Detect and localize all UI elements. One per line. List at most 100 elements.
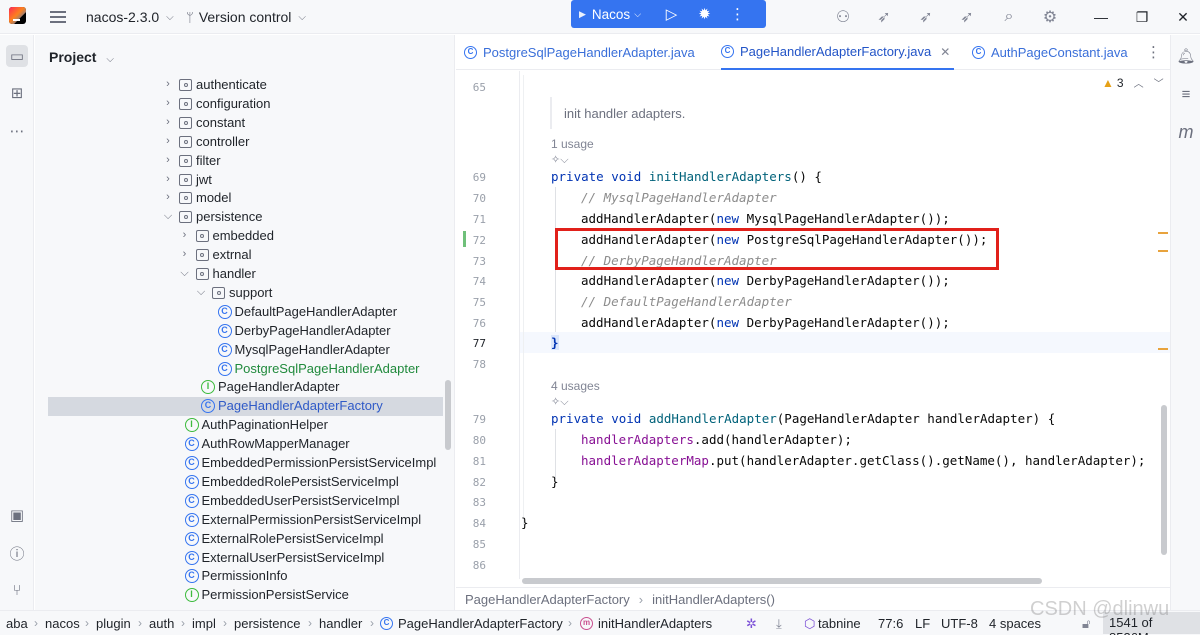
tree-item[interactable]: C DerbyPageHandlerAdapter <box>35 322 454 341</box>
tree-item[interactable]: C ExternalUserPersistServiceImpl <box>35 549 454 568</box>
line-number[interactable]: 86 <box>456 559 486 572</box>
path-segment[interactable]: PageHandlerAdapterFactory <box>398 616 563 631</box>
path-segment[interactable]: persistence <box>234 616 300 631</box>
close-tab-icon[interactable]: ✕ <box>940 45 950 59</box>
chevron-right-icon[interactable]: › <box>163 191 173 203</box>
tab-auth-page-constant[interactable]: C AuthPageConstant.java <box>972 35 1128 70</box>
line-number[interactable]: 65 <box>456 81 486 94</box>
chevron-right-icon[interactable]: › <box>180 229 190 241</box>
chevron-down-icon[interactable]: ⌵ <box>163 210 173 223</box>
line-number[interactable]: 74 <box>456 275 486 288</box>
code-line-80[interactable]: handlerAdapters.add(handlerAdapter); <box>581 432 852 447</box>
tree-item[interactable]: › controller <box>35 133 454 152</box>
debug-button[interactable]: ✹ <box>688 0 721 28</box>
tab-more-icon[interactable]: ⋮ <box>1146 43 1161 61</box>
line-number[interactable]: 81 <box>456 455 486 468</box>
editor-horizontal-scrollbar[interactable] <box>522 578 1042 584</box>
tab-page-handler-factory[interactable]: C PageHandlerAdapterFactory.java ✕ <box>721 35 955 70</box>
chevron-down-icon[interactable]: ⌵ <box>180 267 190 280</box>
code-line-81[interactable]: handlerAdapterMap.put(handlerAdapter.get… <box>581 453 1145 468</box>
code-line-69[interactable]: private void initHandlerAdapters() { <box>551 169 822 184</box>
chevron-right-icon[interactable]: › <box>163 78 173 90</box>
line-number[interactable]: 69 <box>456 171 486 184</box>
structure-icon[interactable]: ⊞ <box>6 82 28 104</box>
tree-item[interactable]: C EmbeddedPermissionPersistServiceImpl <box>35 454 454 473</box>
tree-item[interactable]: C PermissionInfo <box>35 567 454 586</box>
tree-item[interactable]: ⌵ persistence <box>35 208 454 227</box>
run-config-selector[interactable]: ▶ Nacos ⌵ <box>571 0 649 28</box>
usage-hint[interactable]: 4 usages <box>551 379 600 393</box>
tree-item[interactable]: › model <box>35 189 454 208</box>
line-number[interactable]: 72 <box>456 234 486 247</box>
breadcrumb-class[interactable]: PageHandlerAdapterFactory <box>465 592 630 607</box>
tree-item[interactable]: ⌵ support <box>35 284 454 303</box>
maven-icon[interactable]: m <box>1175 121 1197 143</box>
tree-item[interactable]: I PermissionPersistService <box>35 586 454 605</box>
terminal-icon[interactable]: ▣ <box>6 504 28 526</box>
download-icon[interactable]: ⤓ <box>776 616 782 632</box>
line-number[interactable]: 76 <box>456 317 486 330</box>
line-number[interactable]: 84 <box>456 517 486 530</box>
tree-item[interactable]: C PostgreSqlPageHandlerAdapter <box>35 360 454 379</box>
code-line-71[interactable]: addHandlerAdapter(new MysqlPageHandlerAd… <box>581 211 950 226</box>
project-scrollbar[interactable] <box>445 380 451 450</box>
path-segment[interactable]: auth <box>149 616 174 631</box>
tree-item[interactable]: › filter <box>35 152 454 171</box>
tree-item[interactable]: C ExternalPermissionPersistServiceImpl <box>35 511 454 530</box>
code-line-75[interactable]: // DefaultPageHandlerAdapter <box>581 294 792 309</box>
tree-item[interactable]: › jwt <box>35 171 454 190</box>
previous-highlight-icon[interactable]: ︿ <box>1134 75 1144 90</box>
rendered-doc-comment[interactable]: init handler adapters. <box>550 97 1162 129</box>
code-line-79[interactable]: private void addHandlerAdapter(PageHandl… <box>551 411 1055 426</box>
send-disabled-icon[interactable]: ➶ <box>958 8 976 26</box>
more-tools-icon[interactable]: ⋯ <box>6 120 28 142</box>
send-icon[interactable]: ➶ <box>875 8 893 26</box>
line-number[interactable]: 79 <box>456 413 486 426</box>
git-icon[interactable]: ⑂ <box>6 579 28 601</box>
add-user-icon[interactable]: ⚇ <box>834 8 852 26</box>
more-actions-button[interactable]: ⋮ <box>721 0 754 28</box>
code-line-76[interactable]: addHandlerAdapter(new DerbyPageHandlerAd… <box>581 315 950 330</box>
ai-assistant-icon[interactable]: ✲ <box>746 616 757 632</box>
line-number[interactable]: 83 <box>456 496 486 509</box>
settings-gear-icon[interactable]: ⚙ <box>1041 8 1059 26</box>
intellij-logo-icon[interactable] <box>9 7 26 24</box>
tree-item[interactable]: C DefaultPageHandlerAdapter <box>35 303 454 322</box>
line-number[interactable]: 78 <box>456 358 486 371</box>
tab-postgresql-adapter[interactable]: C PostgreSqlPageHandlerAdapter.java <box>464 35 695 70</box>
notifications-icon[interactable]: 🔔︎ <box>1175 45 1197 67</box>
tree-item[interactable]: C EmbeddedRolePersistServiceImpl <box>35 473 454 492</box>
code-line-84[interactable]: } <box>521 515 529 530</box>
line-number[interactable]: 80 <box>456 434 486 447</box>
file-encoding[interactable]: UTF-8 <box>941 616 978 631</box>
path-segment[interactable]: impl <box>192 616 216 631</box>
chevron-right-icon[interactable]: › <box>163 97 173 109</box>
chevron-right-icon[interactable]: › <box>163 154 173 166</box>
breadcrumb-method[interactable]: initHandlerAdapters() <box>652 592 775 607</box>
tree-item[interactable]: C ExternalRolePersistServiceImpl <box>35 530 454 549</box>
tree-item[interactable]: › extrnal <box>35 246 454 265</box>
usage-hint[interactable]: 1 usage <box>551 137 594 151</box>
tree-item[interactable]: I PageHandlerAdapter <box>35 378 454 397</box>
database-icon[interactable]: ≡ <box>1175 83 1197 105</box>
inspection-widget[interactable]: ▲ 3 ︿ ﹀ <box>1102 75 1164 91</box>
project-folder-icon[interactable]: ▭ <box>6 45 28 67</box>
tree-item[interactable]: I AuthPaginationHelper <box>35 416 454 435</box>
line-number[interactable]: 75 <box>456 296 486 309</box>
line-number[interactable]: 82 <box>456 476 486 489</box>
line-number[interactable]: 77 <box>456 337 486 350</box>
tree-item[interactable]: › embedded <box>35 227 454 246</box>
path-segment[interactable]: nacos <box>45 616 80 631</box>
chevron-right-icon[interactable]: › <box>163 173 173 185</box>
minimize-icon[interactable]: — <box>1092 8 1110 26</box>
close-window-icon[interactable]: ✕ <box>1174 8 1192 26</box>
line-number[interactable]: 73 <box>456 255 486 268</box>
chevron-down-icon[interactable]: ⌵ <box>196 286 206 299</box>
tree-item[interactable]: ⌵ handler <box>35 265 454 284</box>
next-highlight-icon[interactable]: ﹀ <box>1154 75 1164 90</box>
chevron-right-icon[interactable]: › <box>180 248 190 260</box>
code-line-74[interactable]: addHandlerAdapter(new DerbyPageHandlerAd… <box>581 273 950 288</box>
line-separator[interactable]: LF <box>915 616 930 631</box>
tree-item[interactable]: C PageHandlerAdapterFactory <box>48 397 443 416</box>
path-segment[interactable]: plugin <box>96 616 131 631</box>
